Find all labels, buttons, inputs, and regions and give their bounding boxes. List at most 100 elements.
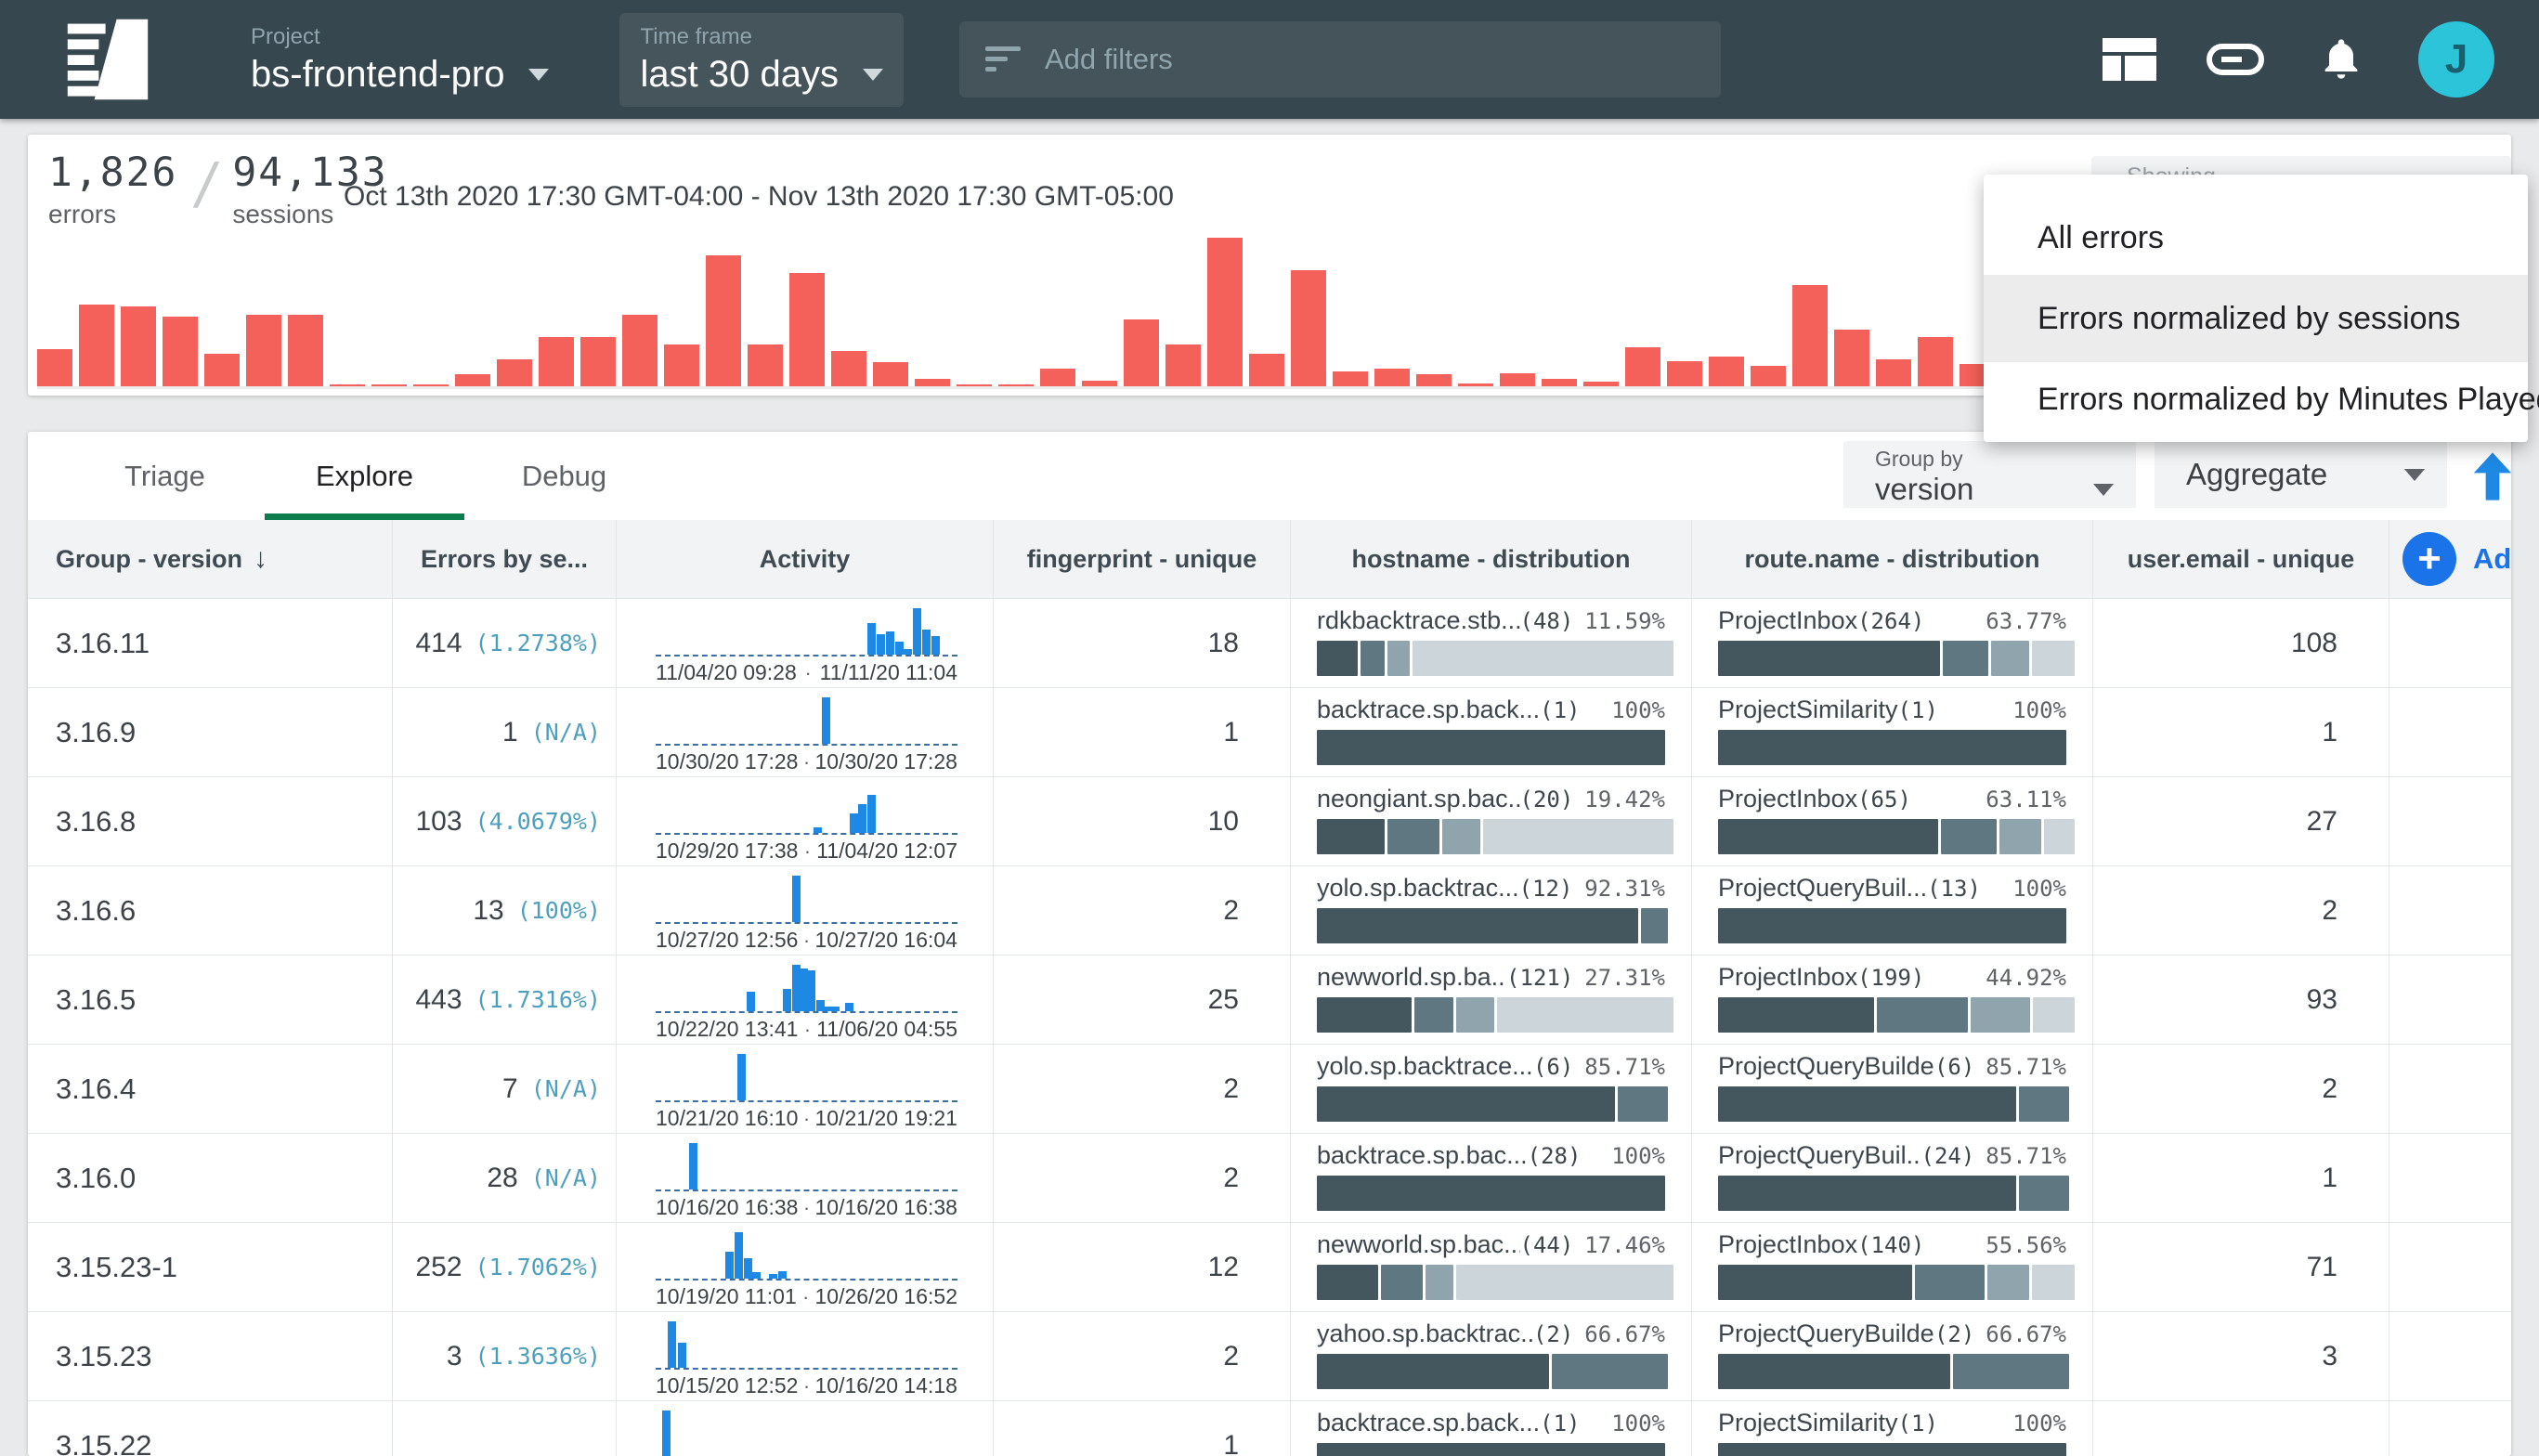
errors-by-sessions-cell: 252(1.7062%) xyxy=(393,1223,617,1311)
aggregate-select[interactable]: Aggregate xyxy=(2155,441,2447,508)
table-row[interactable]: 3.15.23-1252(1.7062%)10/19/20 11:01·10/2… xyxy=(28,1223,2511,1312)
table-row[interactable]: 3.16.47(N/A)10/21/20 16:10·10/21/20 19:2… xyxy=(28,1045,2511,1134)
fingerprint-unique-cell: 25 xyxy=(994,956,1291,1044)
project-select[interactable]: Project bs-frontend-pro xyxy=(234,15,566,105)
distribution-segment xyxy=(2032,1265,2076,1300)
distribution-percent: 92.31% xyxy=(1573,876,1665,902)
distribution-top-value: ProjectQueryBuilder xyxy=(1718,1052,1934,1081)
timeframe-select[interactable]: Time frame last 30 days xyxy=(619,13,903,107)
histogram-bar xyxy=(1918,337,1953,386)
histogram-bar xyxy=(915,379,950,386)
group-version-cell: 3.15.23 xyxy=(28,1312,393,1400)
column-header-1[interactable]: Errors by se... xyxy=(393,520,617,598)
distribution-top-value: backtrace.sp.bac... xyxy=(1317,1141,1528,1170)
histogram-bar xyxy=(455,374,490,386)
errors-by-sessions-cell: 103(4.0679%) xyxy=(393,777,617,865)
histogram-bar xyxy=(1416,374,1452,386)
notifications-button[interactable] xyxy=(2312,31,2370,88)
table-row[interactable]: 3.16.613(100%)10/27/20 12:56·10/27/20 16… xyxy=(28,866,2511,956)
activity-cell: 10/27/20 12:56·10/27/20 16:04 xyxy=(617,866,994,955)
fingerprint-value: 2 xyxy=(1223,1341,1239,1372)
histogram-bar xyxy=(1374,369,1410,386)
histogram-bar xyxy=(1124,319,1159,386)
activity-date-separator: · xyxy=(803,1196,810,1220)
user-email-value: 27 xyxy=(2307,806,2337,838)
sparkline-bar xyxy=(735,1232,743,1279)
table-row[interactable]: 3.16.8103(4.0679%)10/29/20 17:38·11/04/2… xyxy=(28,777,2511,866)
activity-start-date: 10/19/20 11:01 xyxy=(656,1284,797,1309)
histogram-bar xyxy=(246,315,281,386)
errors-count-value: 13 xyxy=(473,895,503,927)
distribution-segment xyxy=(1387,641,1410,676)
histogram-bar xyxy=(664,344,699,386)
sparkline-bar xyxy=(678,1343,686,1369)
user-avatar[interactable]: J xyxy=(2418,21,2494,98)
tab-explore[interactable]: Explore xyxy=(265,432,464,520)
fingerprint-unique-cell: 1 xyxy=(994,1401,1291,1456)
distribution-segment xyxy=(1718,1443,2066,1456)
distribution-segment xyxy=(1718,1086,2016,1122)
table-row[interactable]: 3.16.028(N/A)10/16/20 16:38·10/16/20 16:… xyxy=(28,1134,2511,1223)
fingerprint-unique-cell: 2 xyxy=(994,1134,1291,1222)
histogram-bar xyxy=(539,337,574,386)
activity-sparkline xyxy=(656,697,957,746)
column-header-5[interactable]: route.name - distribution xyxy=(1692,520,2093,598)
table-row[interactable]: 3.16.11414(1.2738%)11/04/20 09:28·11/11/… xyxy=(28,599,2511,688)
column-header-4[interactable]: hostname - distribution xyxy=(1291,520,1692,598)
showing-option-0[interactable]: All errors xyxy=(1984,201,2528,275)
fingerprint-unique-cell: 1 xyxy=(994,688,1291,776)
group-by-select[interactable]: Group by version xyxy=(1843,441,2136,508)
distribution-segment xyxy=(1317,1265,1378,1300)
distribution-top-value: ProjectQueryBuil... xyxy=(1718,1141,1921,1170)
tab-triage[interactable]: Triage xyxy=(65,432,265,520)
distribution-count: (140) xyxy=(1857,1232,1924,1258)
showing-option-2[interactable]: Errors normalized by Minutes Played xyxy=(1984,362,2528,436)
top-navigation-bar: Project bs-frontend-pro Time frame last … xyxy=(0,0,2539,119)
histogram-bar xyxy=(1876,359,1911,386)
sparkline-bar xyxy=(769,1274,777,1279)
sparkline-bar xyxy=(895,642,904,655)
distribution-percent: 100% xyxy=(1600,1410,1665,1436)
add-column-button[interactable]: +Ad xyxy=(2402,532,2511,586)
sparkline-bar xyxy=(747,992,755,1011)
distribution-count: (24) xyxy=(1921,1143,1975,1169)
sort-ascending-icon[interactable] xyxy=(2472,452,2511,500)
fingerprint-unique-cell: 10 xyxy=(994,777,1291,865)
distribution-percent: 85.71% xyxy=(1974,1054,2066,1080)
add-filters-input[interactable]: Add filters xyxy=(959,21,1721,98)
add-column-empty-cell xyxy=(2389,688,2511,776)
distribution-count: (6) xyxy=(1934,1054,1974,1080)
table-row[interactable]: 3.15.233(1.3636%)10/15/20 12:52·10/16/20… xyxy=(28,1312,2511,1401)
distribution-count: (2) xyxy=(1934,1321,1974,1347)
version-value: 3.16.5 xyxy=(56,983,136,1017)
route-distribution-cell: ProjectInbox(140)55.56% xyxy=(1692,1223,2093,1311)
distribution-percent: 100% xyxy=(1600,697,1665,723)
table-row[interactable]: 3.16.5443(1.7316%)10/22/20 13:41·11/06/2… xyxy=(28,956,2511,1045)
dashboard-button[interactable] xyxy=(2101,31,2158,88)
hostname-distribution-cell: backtrace.sp.back...(1)100% xyxy=(1291,1401,1692,1456)
column-header-0[interactable]: Group - version↓ xyxy=(28,520,393,598)
activity-cell: 10/15/20 12:52·10/16/20 14:18 xyxy=(617,1312,994,1400)
table-row[interactable]: 3.16.91(N/A)10/30/20 17:28·10/30/20 17:2… xyxy=(28,688,2511,777)
distribution-segment xyxy=(1317,1086,1615,1122)
showing-option-1[interactable]: Errors normalized by sessions xyxy=(1984,275,2528,362)
activity-cell: 10/19/20 11:01·10/26/20 16:52 xyxy=(617,1223,994,1311)
distribution-bar xyxy=(1718,1265,2066,1300)
distribution-percent: 85.71% xyxy=(1974,1143,2066,1169)
column-header-label: user.email - unique xyxy=(2128,545,2355,574)
activity-start-date: 11/04/20 09:28 xyxy=(656,660,797,685)
table-row[interactable]: 3.15.221backtrace.sp.back...(1)100%Proje… xyxy=(28,1401,2511,1456)
histogram-bar xyxy=(1207,238,1243,386)
column-header-6[interactable]: user.email - unique xyxy=(2093,520,2389,598)
share-link-button[interactable] xyxy=(2207,31,2264,88)
hostname-distribution-cell: rdkbacktrace.stb....(48)11.59% xyxy=(1291,599,1692,687)
column-header-3[interactable]: fingerprint - unique xyxy=(994,520,1291,598)
group-version-cell: 3.15.22 xyxy=(28,1401,393,1456)
tab-label: Debug xyxy=(522,460,606,493)
distribution-top-value: yolo.sp.backtrac... xyxy=(1317,874,1519,903)
tab-debug[interactable]: Debug xyxy=(464,432,664,520)
column-header-2[interactable]: Activity xyxy=(617,520,994,598)
activity-start-date: 10/15/20 12:52 xyxy=(656,1373,798,1398)
distribution-count: (13) xyxy=(1927,876,1981,902)
distribution-segment xyxy=(1413,641,1673,676)
